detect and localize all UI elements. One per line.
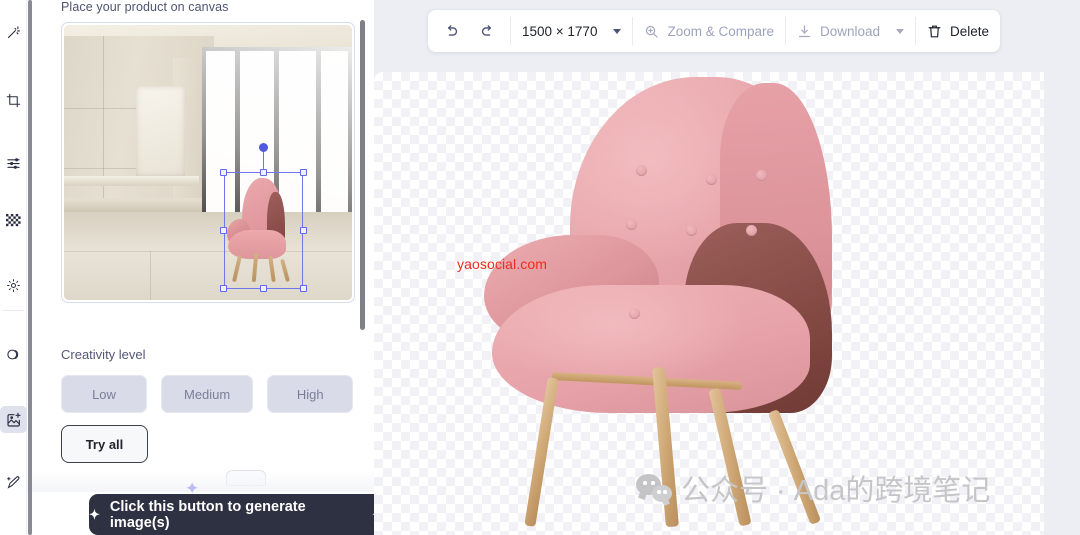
zoom-compare-label: Zoom & Compare [667,23,774,39]
creativity-option-high[interactable]: High [267,375,354,413]
creativity-option-medium[interactable]: Medium [161,375,254,413]
resize-handle-tc[interactable] [259,168,267,176]
resize-handle-ml[interactable] [220,227,228,235]
resize-handle-bc[interactable] [259,285,267,293]
lighting-icon[interactable] [0,272,27,299]
delete-button[interactable]: Delete [916,10,1000,52]
product-image-chair [484,77,914,528]
dimensions-group[interactable]: 1500 × 1770 [511,10,632,52]
chair-seat [492,285,810,413]
resize-handle-br[interactable] [299,285,307,293]
wechat-icon [636,474,672,502]
download-icon [798,24,811,37]
history-group [428,10,510,52]
generate-images-button[interactable]: ✦ Click this button to generate image(s)… [89,494,374,535]
trash-icon [928,25,941,37]
undo-icon[interactable] [439,19,463,43]
chair-button [686,225,697,236]
delete-label: Delete [950,23,990,39]
creativity-level-options: Low Medium High [61,375,354,413]
resize-handle-tl[interactable] [220,168,228,176]
crop-icon[interactable] [0,87,27,114]
selection-bounding-box[interactable] [223,172,304,289]
generate-button-label: Click this button to generate image(s) [109,498,306,531]
creativity-option-low[interactable]: Low [61,375,147,413]
download-button[interactable]: Download [786,10,915,52]
adjustments-icon[interactable] [0,150,27,177]
workspace: 1500 × 1770 Zoom & Compare Download Dele… [374,0,1080,535]
watermark-url: yaosocial.com [457,256,548,272]
rail-scrollbar[interactable] [28,0,32,535]
contrast-icon[interactable] [0,341,27,368]
resize-handle-bl[interactable] [220,285,228,293]
room-shelf [64,176,200,186]
sparkle-icon-left: ✦ [89,506,100,522]
watermark-wechat-text: 公众号 · Ada的跨境笔记 [681,475,991,507]
room-alcove [136,85,185,177]
chevron-down-icon[interactable] [896,28,905,34]
redo-icon[interactable] [475,19,499,43]
pen-edit-icon[interactable] [0,469,27,496]
zoom-compare-button[interactable]: Zoom & Compare [633,10,785,52]
image-toolbar: 1500 × 1770 Zoom & Compare Download Dele… [428,10,1001,52]
resize-handle-mr[interactable] [299,227,307,235]
chair-button [629,308,640,319]
panel-scrollbar[interactable] [360,20,365,330]
room-scene-image [64,25,352,300]
creativity-level-title: Creativity level [61,347,146,362]
panel-heading: Place your product on canvas [61,0,229,14]
chair-button [626,219,637,230]
chevron-down-icon[interactable] [613,28,622,34]
dimensions-value: 1500 × 1770 [522,23,598,39]
rotate-handle[interactable] [258,143,268,153]
placement-canvas[interactable] [61,22,355,303]
image-plus-icon[interactable] [0,406,27,433]
chair-button [706,174,717,185]
chair-button [636,165,647,176]
search-zoom-icon [646,25,659,38]
product-placement-panel: Place your product on canvas Creativity … [27,0,374,535]
app-root: Place your product on canvas Creativity … [0,0,1080,535]
resize-handle-tr[interactable] [299,168,307,176]
tool-rail [0,0,32,535]
rail-divider [3,310,24,311]
room-floor [64,212,352,300]
panel-fade-strip [27,470,374,492]
magic-wand-icon[interactable] [0,19,27,46]
chair-button [756,170,767,181]
try-all-button[interactable]: Try all [61,425,148,463]
image-canvas[interactable]: yaosocial.com 公众号 · Ada的跨境笔记 [374,72,1044,535]
background-pattern-icon[interactable] [0,208,27,235]
chair-button [746,225,757,236]
download-label: Download [820,23,881,39]
watermark-wechat: 公众号 · Ada的跨境笔记 [636,467,990,509]
